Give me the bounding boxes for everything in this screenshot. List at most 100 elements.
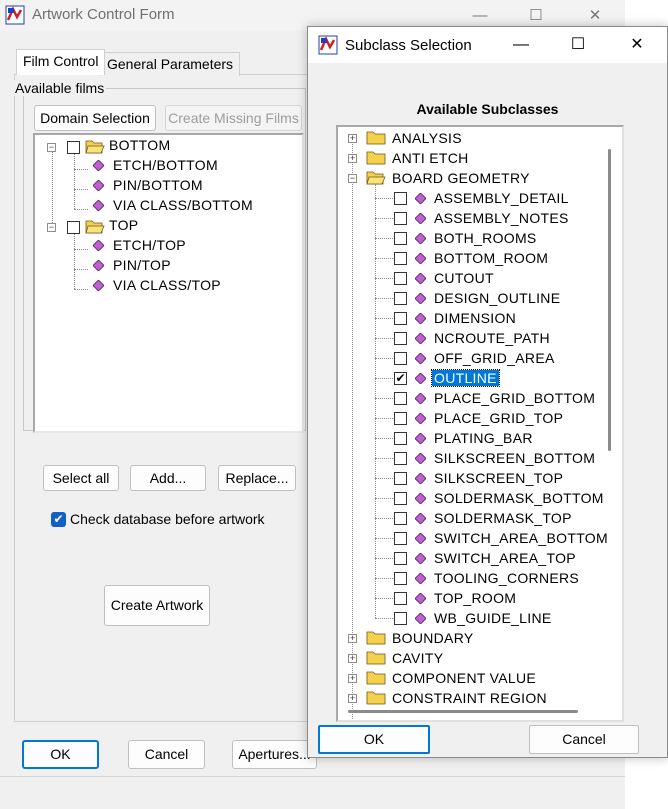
ok-button[interactable]: OK [22,740,99,769]
class-item[interactable]: ANTI ETCH [392,148,469,168]
subclass-item[interactable]: ASSEMBLY_DETAIL [434,188,569,208]
class-item[interactable]: ANALYSIS [392,128,462,148]
subclass-item[interactable]: SWITCH_AREA_TOP [434,548,576,568]
film-top-checkbox[interactable] [67,221,80,234]
film-item[interactable]: ETCH/TOP [113,235,186,255]
folder-open-icon [85,220,105,234]
class-item[interactable]: BOUNDARY [392,628,474,648]
film-bottom-label[interactable]: BOTTOM [109,135,170,155]
subclass-item[interactable]: OFF_GRID_AREA [434,348,555,368]
subclass-label: SILKSCREEN_BOTTOM [434,450,596,466]
subclass-item[interactable]: SOLDERMASK_BOTTOM [434,488,604,508]
class-item[interactable]: BOARD GEOMETRY [392,168,530,188]
expand-class-icon[interactable]: + [348,134,357,143]
subclass-checkbox[interactable] [394,252,407,265]
select-all-button[interactable]: Select all [43,465,119,491]
subclass-item[interactable]: OUTLINE [431,368,500,388]
subclass-checkbox[interactable] [394,432,407,445]
subclass-checkbox[interactable] [394,232,407,245]
subclass-checkbox[interactable] [394,472,407,485]
subclass-tree[interactable]: + ANALYSIS + ANTI ETCH − BOARD GEOMETRY AS… [336,125,624,722]
subclass-checkbox[interactable] [394,592,407,605]
class-item[interactable]: CAVITY [392,648,443,668]
subclass-checkbox[interactable] [394,532,407,545]
diamond-gem-icon [93,160,104,171]
subclass-item[interactable]: TOP_ROOM [434,588,516,608]
diamond-gem-icon [415,333,426,344]
film-item[interactable]: PIN/TOP [113,255,171,275]
subclass-checkbox[interactable] [394,392,407,405]
expand-class-icon[interactable]: + [348,654,357,663]
subclass-item[interactable]: PLATING_BAR [434,428,533,448]
subclass-item[interactable]: SILKSCREEN_BOTTOM [434,448,595,468]
subclass-item[interactable]: BOTTOM_ROOM [434,248,548,268]
film-item[interactable]: PIN/BOTTOM [113,175,203,195]
subclass-item[interactable]: ASSEMBLY_NOTES [434,208,569,228]
expand-class-icon[interactable]: + [348,634,357,643]
subclass-item[interactable]: SILKSCREEN_TOP [434,468,563,488]
dialog-minimize-button[interactable]: — [498,27,544,63]
subclass-item[interactable]: SWITCH_AREA_BOTTOM [434,528,608,548]
subclass-item[interactable]: BOTH_ROOMS [434,228,537,248]
subclass-checkbox[interactable] [394,352,407,365]
film-item[interactable]: VIA CLASS/TOP [113,275,221,295]
subclass-checkbox[interactable] [394,572,407,585]
subclass-item[interactable]: PLACE_GRID_BOTTOM [434,388,595,408]
subclass-label: PLACE_GRID_BOTTOM [434,390,596,406]
dialog-maximize-button[interactable]: ☐ [555,27,601,63]
subclass-checkbox[interactable] [394,452,407,465]
check-database-checkbox[interactable]: ✔ [51,512,66,527]
class-item[interactable]: COMPONENT VALUE [392,668,536,688]
subclass-item[interactable]: TOOLING_CORNERS [434,568,579,588]
domain-selection-button[interactable]: Domain Selection [34,105,156,131]
subclass-checkbox[interactable] [394,312,407,325]
subclass-item[interactable]: SOLDERMASK_TOP [434,508,572,528]
tab-film-control[interactable]: Film Control [16,49,106,75]
dialog-close-button[interactable]: ✕ [614,27,660,63]
expand-class-icon[interactable]: + [348,694,357,703]
cancel-button[interactable]: Cancel [128,740,205,769]
add-button[interactable]: Add... [130,465,206,491]
subclass-item[interactable]: WB_GUIDE_LINE [434,608,552,628]
subclass-item[interactable]: DESIGN_OUTLINE [434,288,560,308]
subclass-checkbox[interactable] [394,412,407,425]
subclass-checkbox[interactable] [394,272,407,285]
collapse-bottom-icon[interactable]: − [47,143,56,152]
subclass-label: BOTH_ROOMS [434,230,537,246]
film-bottom-checkbox[interactable] [67,141,80,154]
film-tree[interactable]: − BOTTOM ETCH/BOTTOM PIN/BOTTOM VIA CLAS… [33,133,304,433]
expand-class-icon[interactable]: + [348,154,357,163]
dialog-cancel-button[interactable]: Cancel [529,725,639,754]
create-artwork-button[interactable]: Create Artwork [104,585,210,626]
folder-open-icon [366,171,386,185]
subclass-checkbox[interactable] [394,212,407,225]
film-top-label[interactable]: TOP [109,215,138,235]
apertures-button[interactable]: Apertures... [232,740,317,769]
subclass-checkbox[interactable]: ✔ [394,372,407,385]
subclass-item[interactable]: CUTOUT [434,268,494,288]
class-item[interactable]: CONSTRAINT REGION [392,688,547,708]
folder-closed-icon [366,631,386,645]
collapse-top-icon[interactable]: − [47,223,56,232]
subclass-checkbox[interactable] [394,332,407,345]
subclass-item[interactable]: NCROUTE_PATH [434,328,550,348]
replace-button[interactable]: Replace... [218,465,296,491]
tab-general-parameters[interactable]: General Parameters [100,52,241,76]
collapse-class-icon[interactable]: − [348,174,357,183]
subclass-label: CUTOUT [434,270,494,286]
film-item[interactable]: ETCH/BOTTOM [113,155,218,175]
dialog-ok-button[interactable]: OK [318,725,430,754]
vertical-scrollbar-thumb[interactable] [608,149,611,451]
subclass-checkbox[interactable] [394,292,407,305]
horizontal-scrollbar-thumb[interactable] [348,710,578,713]
subclass-checkbox[interactable] [394,512,407,525]
subclass-item[interactable]: PLACE_GRID_TOP [434,408,563,428]
expand-class-icon[interactable]: + [348,674,357,683]
subclass-checkbox[interactable] [394,192,407,205]
subclass-checkbox[interactable] [394,552,407,565]
create-missing-films-button[interactable]: Create Missing Films [165,105,302,131]
film-item[interactable]: VIA CLASS/BOTTOM [113,195,253,215]
subclass-checkbox[interactable] [394,612,407,625]
subclass-checkbox[interactable] [394,492,407,505]
subclass-item[interactable]: DIMENSION [434,308,516,328]
